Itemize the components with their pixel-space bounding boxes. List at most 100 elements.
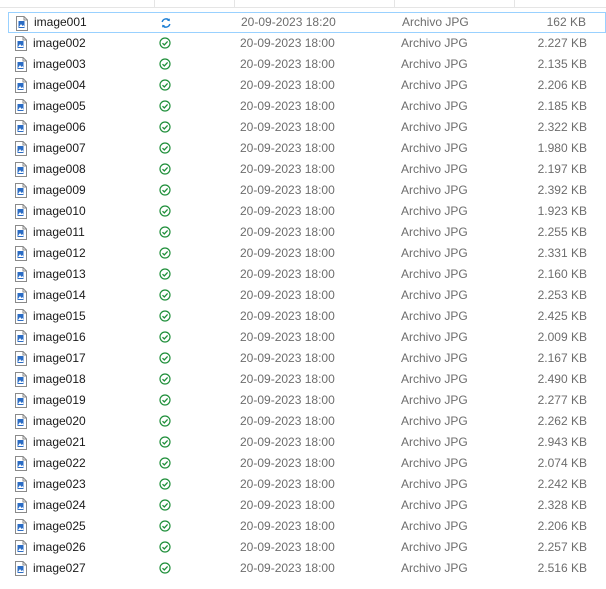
file-name[interactable]: image014	[33, 285, 86, 306]
file-name[interactable]: image017	[33, 348, 86, 369]
file-name[interactable]: image027	[33, 558, 86, 579]
file-type: Archivo JPG	[401, 288, 468, 302]
file-type: Archivo JPG	[401, 372, 468, 386]
file-size: 2.167 KB	[537, 351, 587, 365]
file-row[interactable]: image003 20-09-2023 18:00 Archivo JPG 2.135…	[8, 54, 606, 75]
file-name[interactable]: image003	[33, 54, 86, 75]
file-type: Archivo JPG	[401, 57, 468, 71]
file-name[interactable]: image010	[33, 201, 86, 222]
file-row[interactable]: image015 20-09-2023 18:00 Archivo JPG 2.425…	[8, 306, 606, 327]
file-type: Archivo JPG	[401, 309, 468, 323]
file-name[interactable]: image022	[33, 453, 86, 474]
file-name[interactable]: image013	[33, 264, 86, 285]
modified-date: 20-09-2023 18:00	[240, 225, 335, 239]
file-name[interactable]: image006	[33, 117, 86, 138]
file-type: Archivo JPG	[401, 393, 468, 407]
file-type: Archivo JPG	[401, 99, 468, 113]
modified-date: 20-09-2023 18:00	[240, 351, 335, 365]
file-name[interactable]: image016	[33, 327, 86, 348]
file-row[interactable]: image006 20-09-2023 18:00 Archivo JPG 2.322…	[8, 117, 606, 138]
file-name[interactable]: image015	[33, 306, 86, 327]
file-type: Archivo JPG	[401, 36, 468, 50]
file-name[interactable]: image026	[33, 537, 86, 558]
modified-date: 20-09-2023 18:00	[240, 162, 335, 176]
file-row[interactable]: image013 20-09-2023 18:00 Archivo JPG 2.160…	[8, 264, 606, 285]
file-row[interactable]: image021 20-09-2023 18:00 Archivo JPG 2.943…	[8, 432, 606, 453]
file-size: 2.253 KB	[537, 288, 587, 302]
file-size: 2.206 KB	[537, 78, 587, 92]
file-row[interactable]: image026 20-09-2023 18:00 Archivo JPG 2.257…	[8, 537, 606, 558]
file-name[interactable]: image005	[33, 96, 86, 117]
file-row[interactable]: image016 20-09-2023 18:00 Archivo JPG 2.009…	[8, 327, 606, 348]
file-row[interactable]: image002 20-09-2023 18:00 Archivo JPG 2.227…	[8, 33, 606, 54]
file-row[interactable]: image012 20-09-2023 18:00 Archivo JPG 2.331…	[8, 243, 606, 264]
column-divider[interactable]	[234, 0, 235, 8]
file-name[interactable]: image004	[33, 75, 86, 96]
column-divider[interactable]	[514, 0, 515, 8]
file-name[interactable]: image020	[33, 411, 86, 432]
modified-date: 20-09-2023 18:00	[240, 393, 335, 407]
modified-date: 20-09-2023 18:00	[240, 330, 335, 344]
file-size: 2.074 KB	[537, 456, 587, 470]
file-row[interactable]: image004 20-09-2023 18:00 Archivo JPG 2.206…	[8, 75, 606, 96]
file-type: Archivo JPG	[401, 141, 468, 155]
file-name[interactable]: image002	[33, 33, 86, 54]
file-size: 2.185 KB	[537, 99, 587, 113]
file-row[interactable]: image023 20-09-2023 18:00 Archivo JPG 2.242…	[8, 474, 606, 495]
file-row[interactable]: image005 20-09-2023 18:00 Archivo JPG 2.185…	[8, 96, 606, 117]
file-type: Archivo JPG	[401, 330, 468, 344]
file-size: 2.206 KB	[537, 519, 587, 533]
file-size: 1.980 KB	[537, 141, 587, 155]
file-row[interactable]: image017 20-09-2023 18:00 Archivo JPG 2.167…	[8, 348, 606, 369]
file-name[interactable]: image011	[33, 222, 85, 243]
file-size: 2.227 KB	[537, 36, 587, 50]
file-row[interactable]: image001 20-09-2023 18:20 Archivo JPG 162 K…	[8, 12, 606, 33]
file-type: Archivo JPG	[401, 351, 468, 365]
column-header-strip[interactable]	[0, 0, 606, 8]
modified-date: 20-09-2023 18:00	[240, 372, 335, 386]
file-name[interactable]: image009	[33, 180, 86, 201]
modified-date: 20-09-2023 18:00	[240, 519, 335, 533]
file-row[interactable]: image022 20-09-2023 18:00 Archivo JPG 2.074…	[8, 453, 606, 474]
file-row[interactable]: image008 20-09-2023 18:00 Archivo JPG 2.197…	[8, 159, 606, 180]
file-name[interactable]: image007	[33, 138, 86, 159]
file-row[interactable]: image014 20-09-2023 18:00 Archivo JPG 2.253…	[8, 285, 606, 306]
file-type: Archivo JPG	[401, 225, 468, 239]
modified-date: 20-09-2023 18:00	[240, 99, 335, 113]
file-row[interactable]: image010 20-09-2023 18:00 Archivo JPG 1.923…	[8, 201, 606, 222]
file-size: 2.331 KB	[537, 246, 587, 260]
file-size: 2.197 KB	[537, 162, 587, 176]
file-row[interactable]: image019 20-09-2023 18:00 Archivo JPG 2.277…	[8, 390, 606, 411]
modified-date: 20-09-2023 18:00	[240, 477, 335, 491]
file-row[interactable]: image018 20-09-2023 18:00 Archivo JPG 2.490…	[8, 369, 606, 390]
file-name[interactable]: image001	[34, 12, 87, 33]
file-name[interactable]: image012	[33, 243, 86, 264]
file-name[interactable]: image024	[33, 495, 86, 516]
column-divider[interactable]	[154, 0, 155, 8]
file-size: 2.242 KB	[537, 477, 587, 491]
file-name[interactable]: image019	[33, 390, 86, 411]
modified-date: 20-09-2023 18:00	[240, 141, 335, 155]
file-row[interactable]: image007 20-09-2023 18:00 Archivo JPG 1.980…	[8, 138, 606, 159]
modified-date: 20-09-2023 18:00	[240, 267, 335, 281]
file-row[interactable]: image009 20-09-2023 18:00 Archivo JPG 2.392…	[8, 180, 606, 201]
file-row[interactable]: image027 20-09-2023 18:00 Archivo JPG 2.516…	[8, 558, 606, 579]
file-size: 2.257 KB	[537, 540, 587, 554]
file-row[interactable]: image024 20-09-2023 18:00 Archivo JPG 2.328…	[8, 495, 606, 516]
column-divider[interactable]	[394, 0, 395, 8]
file-list: image001 20-09-2023 18:20 Archivo JPG 162 K…	[8, 12, 606, 579]
modified-date: 20-09-2023 18:00	[240, 78, 335, 92]
file-name[interactable]: image023	[33, 474, 86, 495]
file-name[interactable]: image018	[33, 369, 86, 390]
file-row[interactable]: image020 20-09-2023 18:00 Archivo JPG 2.262…	[8, 411, 606, 432]
file-name[interactable]: image021	[33, 432, 86, 453]
file-name[interactable]: image008	[33, 159, 86, 180]
file-size: 2.425 KB	[537, 309, 587, 323]
file-name[interactable]: image025	[33, 516, 86, 537]
file-type: Archivo JPG	[401, 414, 468, 428]
file-row[interactable]: image011 20-09-2023 18:00 Archivo JPG 2.255…	[8, 222, 606, 243]
modified-date: 20-09-2023 18:00	[240, 435, 335, 449]
file-type: Archivo JPG	[401, 561, 468, 575]
file-row[interactable]: image025 20-09-2023 18:00 Archivo JPG 2.206…	[8, 516, 606, 537]
modified-date: 20-09-2023 18:00	[240, 309, 335, 323]
